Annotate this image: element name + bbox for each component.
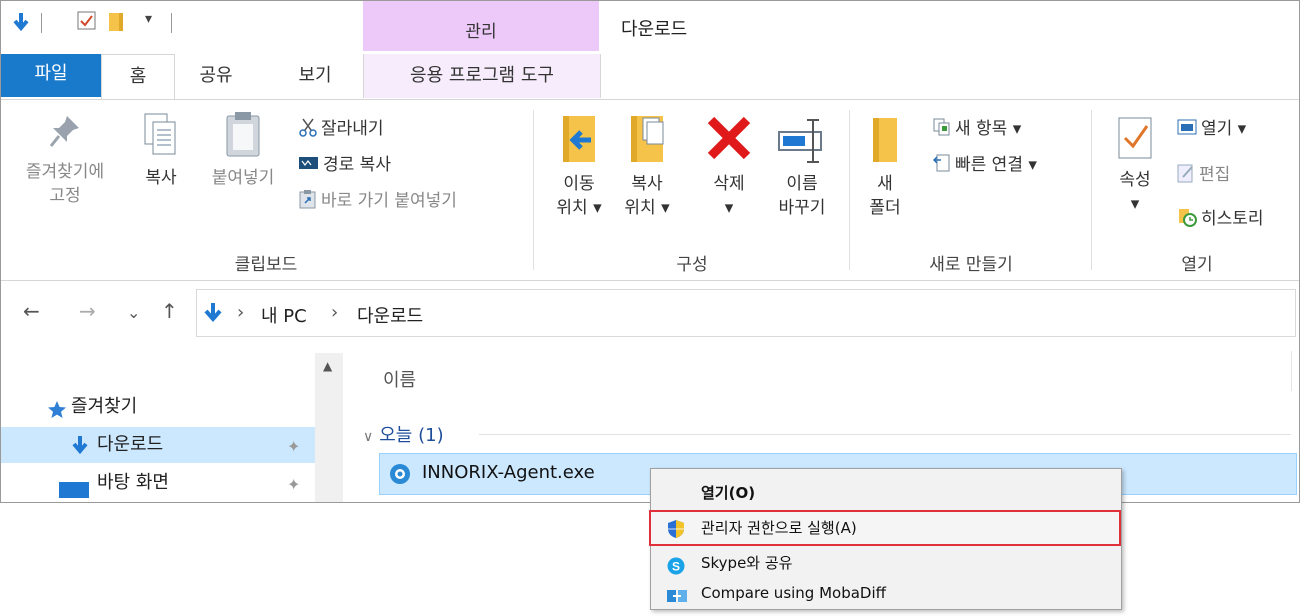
nav-scrollbar[interactable]: ▲	[315, 353, 343, 502]
history-button[interactable]: 히스토리	[1177, 204, 1264, 232]
edit-icon	[1177, 163, 1195, 188]
copy-path-icon	[299, 155, 319, 175]
new-folder-button[interactable]: 새 폴더	[857, 110, 913, 220]
up-button[interactable]: ↑	[161, 299, 178, 323]
breadcrumb-downloads[interactable]: 다운로드	[357, 302, 423, 328]
svg-text:S: S	[672, 560, 680, 574]
context-tab-header: 관리	[363, 1, 599, 51]
desktop-icon	[59, 477, 89, 502]
menu-item-open[interactable]: 열기(O)	[651, 477, 1121, 509]
group-divider	[479, 434, 1291, 435]
separator	[171, 13, 172, 33]
copy-path-button[interactable]: 경로 복사	[299, 150, 391, 175]
new-item-button[interactable]: 새 항목 ▾	[933, 114, 1021, 141]
breadcrumb-separator[interactable]: ›	[237, 302, 244, 323]
group-label-open: 열기	[1181, 255, 1213, 275]
edit-button[interactable]: 편집	[1177, 160, 1230, 188]
copy-icon	[144, 113, 176, 155]
new-folder-icon[interactable]	[109, 11, 125, 37]
delete-x-icon	[707, 116, 751, 160]
pin-icon	[49, 116, 79, 147]
cut-button[interactable]: 잘라내기	[299, 114, 384, 142]
download-arrow-icon	[203, 302, 223, 328]
properties-check-icon[interactable]	[77, 11, 97, 35]
open-window-icon	[1177, 119, 1197, 140]
group-separator	[533, 110, 534, 270]
menu-item-run-as-admin[interactable]: 관리자 권한으로 실행(A)	[649, 510, 1121, 546]
group-label-organize: 구성	[676, 255, 708, 275]
context-menu: 열기(O) 관리자 권한으로 실행(A) S Skype와 공유 Compare…	[649, 468, 1122, 610]
open-button[interactable]: 열기 ▾	[1177, 114, 1246, 140]
menu-item-mobadiff[interactable]: Compare using MobaDiff	[651, 577, 1121, 609]
group-header-today[interactable]: ∨ 오늘 (1)	[363, 421, 444, 447]
tab-share[interactable]: 공유	[191, 54, 241, 98]
folder-icon	[873, 118, 897, 162]
tab-file[interactable]: 파일	[1, 54, 101, 97]
address-bar[interactable]: › 내 PC › 다운로드	[196, 289, 1296, 337]
download-arrow-icon[interactable]	[11, 11, 31, 37]
file-name: INNORIX-Agent.exe	[422, 462, 595, 483]
group-label-clipboard: 클립보드	[234, 255, 298, 275]
group-label-new: 새로 만들기	[929, 255, 1013, 275]
pin-icon[interactable]: ✦	[287, 429, 300, 465]
rename-icon	[778, 119, 822, 163]
breadcrumb-separator[interactable]: ›	[331, 302, 338, 323]
mobadiff-icon	[667, 584, 687, 616]
back-button[interactable]: ←	[23, 299, 40, 323]
forward-button[interactable]: →	[79, 299, 96, 323]
tab-view[interactable]: 보기	[285, 54, 345, 98]
copy-to-icon	[631, 116, 664, 162]
pin-icon[interactable]: ✦	[287, 467, 300, 502]
new-item-icon	[933, 118, 951, 141]
customize-toolbar-icon[interactable]: ▾	[145, 11, 152, 27]
nav-item-quick-access[interactable]: 즐겨찾기	[1, 389, 315, 425]
navigation-pane: 즐겨찾기 다운로드 ✦ 바탕 화면 ✦	[1, 353, 343, 502]
history-icon	[1177, 207, 1197, 232]
chevron-down-icon: ∨	[363, 429, 374, 445]
group-separator	[1091, 110, 1092, 270]
scroll-up-arrow-icon[interactable]: ▲	[323, 359, 332, 373]
tab-app-tools[interactable]: 응용 프로그램 도구	[363, 54, 601, 98]
nav-item-desktop[interactable]: 바탕 화면 ✦	[1, 465, 315, 501]
easy-access-button[interactable]: 빠른 연결 ▾	[932, 150, 1037, 177]
paste-button[interactable]: 붙여넣기	[197, 110, 289, 190]
explorer-window: ▾ 관리 다운로드 파일 홈 공유 보기 응용 프로그램 도구 즐겨찾기에 고정…	[0, 0, 1300, 503]
group-separator	[849, 110, 850, 270]
column-separator[interactable]	[1291, 351, 1292, 391]
copy-button[interactable]: 복사	[133, 110, 189, 190]
paste-icon	[226, 112, 260, 157]
window-title: 다운로드	[621, 19, 688, 40]
ribbon: 즐겨찾기에 고정 복사 붙여넣기 잘라내기 경로 복사 바로 가기 붙여넣기 클…	[1, 99, 1299, 281]
delete-button[interactable]: 삭제 ▾	[701, 110, 757, 220]
recent-locations-button[interactable]: ⌄	[127, 303, 140, 322]
move-to-icon	[563, 116, 595, 162]
paste-shortcut-icon	[299, 189, 317, 214]
tab-home[interactable]: 홈	[101, 54, 175, 101]
properties-button[interactable]: 속성 ▾	[1105, 110, 1165, 216]
properties-icon	[1118, 117, 1152, 159]
column-header-name[interactable]: 이름	[383, 366, 416, 392]
nav-item-downloads[interactable]: 다운로드 ✦	[1, 427, 315, 463]
exe-app-icon	[388, 462, 412, 491]
paste-shortcut-button[interactable]: 바로 가기 붙여넣기	[299, 186, 457, 214]
copy-to-button[interactable]: 복사 위치 ▾	[615, 110, 679, 220]
rename-button[interactable]: 이름 바꾸기	[767, 110, 837, 220]
scissors-icon	[299, 117, 317, 142]
move-to-button[interactable]: 이동 위치 ▾	[547, 110, 611, 220]
easy-access-icon	[932, 154, 951, 177]
breadcrumb-this-pc[interactable]: 내 PC	[261, 302, 307, 328]
pin-to-quick-access-button[interactable]: 즐겨찾기에 고정	[3, 110, 127, 208]
separator	[41, 13, 42, 33]
menu-item-skype-share[interactable]: S Skype와 공유	[651, 547, 1121, 579]
uac-shield-icon	[667, 518, 685, 550]
